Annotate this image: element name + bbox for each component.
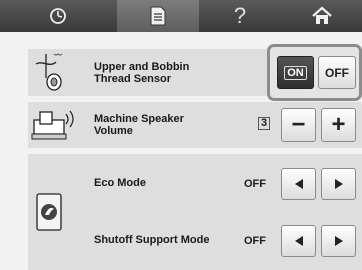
tab-machine-settings[interactable] — [0, 0, 115, 32]
right-arrow-icon — [334, 236, 343, 246]
shutoff-mode-value: OFF — [244, 235, 266, 247]
shutoff-mode-label: Shutoff Support Mode — [94, 234, 210, 246]
shutoff-mode-decrease-button[interactable] — [281, 225, 316, 257]
tab-help[interactable]: ? — [200, 0, 280, 32]
eco-mode-label: Eco Mode — [94, 177, 146, 189]
speaker-icon — [30, 106, 78, 149]
eco-mode-value: OFF — [244, 178, 266, 190]
speaker-volume-value: 3 — [258, 117, 271, 130]
thread-sensor-label: Upper and Bobbin Thread Sensor — [94, 61, 190, 85]
thread-sensor-off-button[interactable]: OFF — [318, 56, 356, 89]
left-arrow-icon — [294, 179, 303, 189]
tab-home[interactable] — [282, 0, 362, 32]
sewing-machine-icon — [49, 8, 66, 24]
speaker-label: Machine Speaker Volume — [94, 113, 184, 137]
eco-mode-icon — [34, 192, 64, 237]
eco-mode-increase-button[interactable] — [321, 168, 356, 200]
help-label: ? — [233, 3, 247, 28]
tab-general-settings[interactable] — [117, 0, 199, 32]
document-icon — [150, 6, 166, 26]
off-label: OFF — [325, 65, 349, 80]
thread-sensor-on-button[interactable]: ON — [277, 56, 314, 89]
on-label: ON — [284, 65, 307, 80]
tab-bar: ? — [0, 0, 362, 32]
home-icon — [312, 6, 332, 24]
minus-label: − — [291, 111, 306, 138]
left-arrow-icon — [294, 236, 303, 246]
volume-minus-button[interactable]: − — [281, 108, 316, 142]
eco-mode-decrease-button[interactable] — [281, 168, 316, 200]
thread-sensor-icon — [28, 50, 72, 99]
plus-label: + — [331, 111, 346, 138]
volume-plus-button[interactable]: + — [321, 108, 356, 142]
shutoff-mode-increase-button[interactable] — [321, 225, 356, 257]
right-arrow-icon — [334, 179, 343, 189]
